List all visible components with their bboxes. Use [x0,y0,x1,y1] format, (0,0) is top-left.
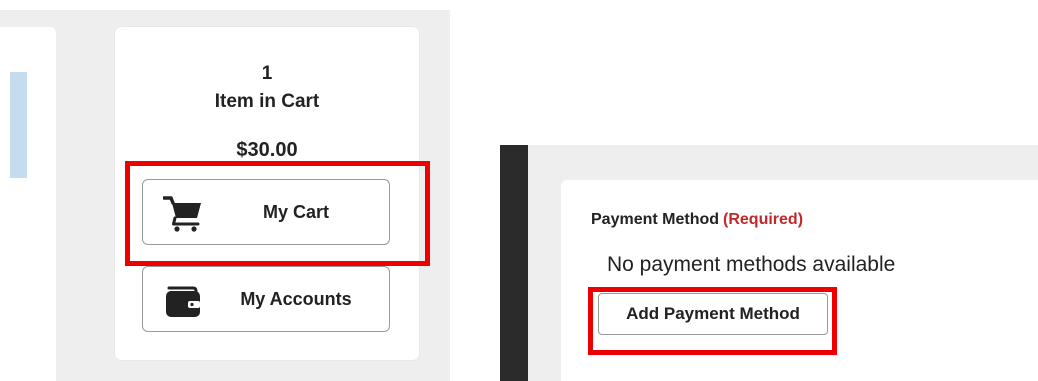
add-payment-method-button[interactable]: Add Payment Method [598,293,828,335]
payment-method-heading: Payment Method (Required) [591,210,803,230]
cart-item-label: Item in Cart [214,91,320,112]
left-content-card [0,27,56,381]
cart-total-amount: $30.00 [236,139,298,161]
my-accounts-button[interactable]: My Accounts [142,266,390,332]
cart-summary-card: 1 Item in Cart $30.00 My Cart My Account… [115,27,419,360]
payment-method-title: Payment Method [591,211,720,228]
payment-method-card: Payment Method (Required) No payment meth… [561,180,1038,381]
cart-sidebar-panel: 1 Item in Cart $30.00 My Cart My Account… [0,10,450,381]
no-payment-methods-message: No payment methods available [607,253,896,276]
my-accounts-label: My Accounts [240,289,352,309]
left-accent-block [10,72,27,178]
my-cart-button[interactable]: My Cart [142,179,390,245]
cart-item-count: 1 [261,63,273,84]
wallet-icon [163,281,203,319]
payment-panel: Payment Method (Required) No payment meth… [528,145,1038,381]
required-indicator: (Required) [723,211,804,228]
shopping-cart-icon [162,194,203,232]
sidebar-dark-strip [500,145,528,381]
my-cart-label: My Cart [262,202,329,222]
